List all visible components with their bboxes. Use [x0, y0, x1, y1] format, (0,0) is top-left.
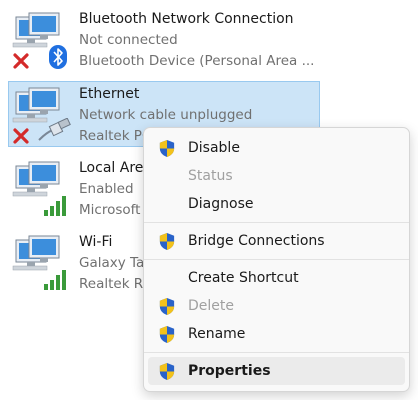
signal-bars-icon — [44, 270, 66, 290]
menu-item-diagnose[interactable]: Diagnose — [148, 190, 405, 218]
connection-status: Not connected — [79, 32, 178, 48]
uac-shield-icon — [159, 139, 175, 158]
menu-item-properties[interactable]: Properties — [148, 357, 405, 385]
menu-separator — [144, 259, 409, 260]
connection-status: Network cable unplugged — [79, 107, 253, 123]
connection-name: Bluetooth Network Connection — [79, 11, 294, 27]
red-x-icon — [13, 128, 29, 144]
menu-item-label: Bridge Connections — [188, 233, 325, 249]
menu-item-disable[interactable]: Disable — [148, 134, 405, 162]
uac-shield-icon — [159, 325, 175, 344]
red-x-icon — [13, 53, 29, 69]
connection-item-bluetooth[interactable]: Bluetooth Network Connection Not connect… — [8, 6, 320, 72]
menu-separator — [144, 352, 409, 353]
uac-shield-icon — [159, 362, 175, 381]
signal-bars-icon — [44, 196, 66, 216]
uac-shield-icon — [159, 297, 175, 316]
menu-item-status: Status — [148, 162, 405, 190]
menu-item-label: Delete — [188, 298, 234, 314]
menu-item-bridge-connections[interactable]: Bridge Connections — [148, 227, 405, 255]
menu-item-create-shortcut[interactable]: Create Shortcut — [148, 264, 405, 292]
menu-item-label: Create Shortcut — [188, 270, 299, 286]
menu-item-rename[interactable]: Rename — [148, 320, 405, 348]
connection-name: Ethernet — [79, 86, 140, 102]
connection-device: Bluetooth Device (Personal Area ... — [79, 53, 315, 69]
menu-separator — [144, 222, 409, 223]
menu-item-label: Rename — [188, 326, 246, 342]
context-menu: Disable Status Diagnose Bridge Connectio… — [143, 127, 410, 392]
uac-shield-icon — [159, 232, 175, 251]
bluetooth-icon — [49, 45, 67, 69]
menu-item-label: Diagnose — [188, 196, 254, 212]
menu-item-label: Properties — [188, 363, 271, 379]
menu-item-delete: Delete — [148, 292, 405, 320]
menu-item-label: Status — [188, 168, 233, 184]
menu-item-label: Disable — [188, 140, 240, 156]
network-cable-icon — [38, 118, 71, 141]
